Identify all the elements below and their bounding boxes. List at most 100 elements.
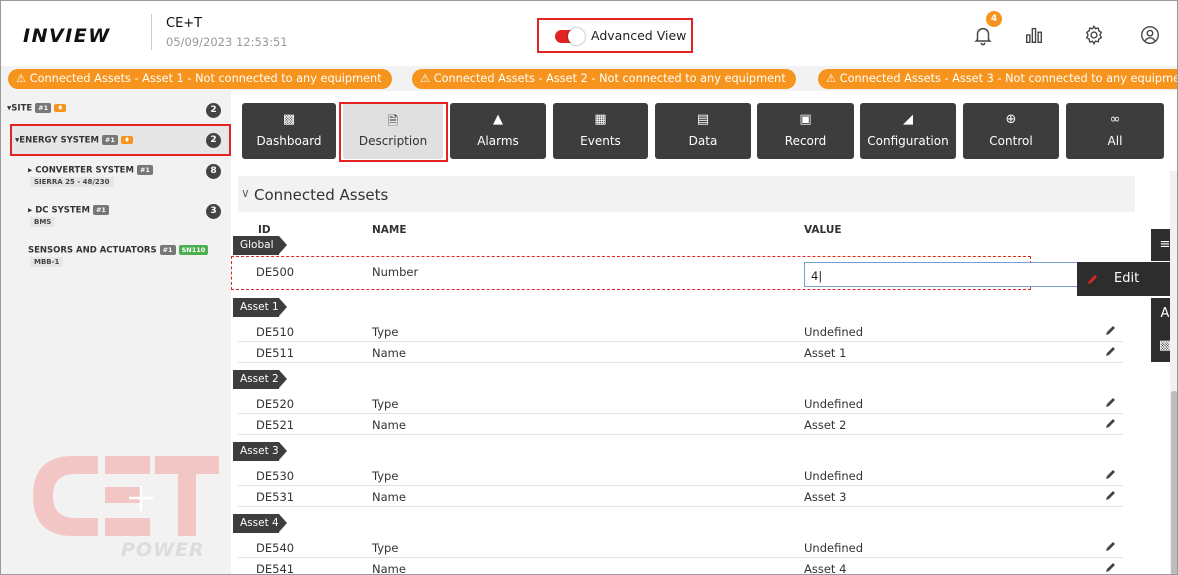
tab-dashboard-label: Dashboard xyxy=(256,134,322,148)
pencil-icon[interactable] xyxy=(1104,560,1118,574)
dc-tag: #1 xyxy=(92,205,109,215)
pencil-icon[interactable] xyxy=(1104,344,1118,358)
asset-tree-sidebar: ▾SITE #1 ♦ 2 ▾ENERGY SYSTEM #1 ♦ 2 ▸ CONVERT… xyxy=(1,91,231,574)
pencil-icon[interactable] xyxy=(1104,416,1118,430)
pencil-icon[interactable] xyxy=(1104,323,1118,337)
tab-configuration[interactable]: ◢ Configuration xyxy=(860,103,956,159)
advanced-view-toggle[interactable]: Advanced View xyxy=(537,18,693,53)
row-id: DE520 xyxy=(256,397,295,411)
row-value: Undefined xyxy=(804,397,863,411)
sensors-label-row: SENSORS AND ACTUATORS #1 SN110 xyxy=(28,245,209,256)
tab-alarms-label: Alarms xyxy=(477,134,519,148)
tree-item-dc-system[interactable]: ▸ DC SYSTEM #1 BMS 3 xyxy=(1,201,231,227)
table-row[interactable]: DE521 Name Asset 2 xyxy=(238,414,1123,435)
dc-label: DC SYSTEM xyxy=(35,205,90,216)
row-id: DE500 xyxy=(256,265,295,279)
site-name: CE+T xyxy=(166,16,203,31)
power-text: POWER xyxy=(121,539,205,561)
alert-chip[interactable]: ⚠ Connected Assets - Asset 2 - Not conne… xyxy=(412,69,796,89)
user-icon[interactable] xyxy=(1139,24,1163,46)
tab-control-label: Control xyxy=(989,134,1033,148)
column-header-value: VALUE xyxy=(804,224,842,236)
table-row[interactable]: DE540 Type Undefined xyxy=(238,537,1123,558)
alert-text: Connected Assets - Asset 2 - Not connect… xyxy=(433,72,786,85)
row-value: Undefined xyxy=(804,469,863,483)
statistics-icon[interactable] xyxy=(1023,24,1047,46)
pencil-icon[interactable] xyxy=(1104,539,1118,553)
cet-power-watermark-logo: POWER xyxy=(23,441,223,571)
alert-chip[interactable]: ⚠ Connected Assets - Asset 3 - Not conne… xyxy=(818,69,1178,89)
panel-header[interactable]: ∨ Connected Assets xyxy=(238,176,1135,212)
tree-item-sensors[interactable]: SENSORS AND ACTUATORS #1 SN110 MBB-1 xyxy=(1,241,231,267)
control-icon: ⊕ xyxy=(1005,112,1017,127)
scrollbar-thumb[interactable] xyxy=(1171,391,1177,574)
tab-all[interactable]: ∞ All xyxy=(1066,103,1164,159)
tree-item-energy-system[interactable]: ▾ENERGY SYSTEM #1 ♦ 2 xyxy=(10,124,231,156)
row-id: DE510 xyxy=(256,325,295,339)
site-label: SITE xyxy=(11,103,33,114)
record-icon: ▣ xyxy=(799,112,812,127)
alert-chip[interactable]: ⚠ Connected Assets - Asset 1 - Not conne… xyxy=(8,69,392,89)
alarm-bell-icon: ♦ xyxy=(120,136,134,144)
tab-events-label: Events xyxy=(580,134,621,148)
pencil-icon[interactable] xyxy=(1104,395,1118,409)
data-icon: ▤ xyxy=(696,112,710,127)
tree-item-site[interactable]: ▾SITE #1 ♦ 2 xyxy=(1,101,231,121)
row-id: DE511 xyxy=(256,346,295,360)
tab-events[interactable]: ▦ Events xyxy=(553,103,648,159)
configuration-icon: ◢ xyxy=(903,112,913,127)
tree-item-converter-system[interactable]: ▸ CONVERTER SYSTEM #1 SIERRA 25 - 48/230 … xyxy=(1,161,231,187)
bell-icon[interactable] xyxy=(972,24,996,46)
tab-dashboard[interactable]: ▩ Dashboard xyxy=(242,103,336,159)
header-divider xyxy=(151,14,152,50)
panel-title: Connected Assets xyxy=(254,186,389,204)
group-label-asset: Asset 1 xyxy=(233,298,287,317)
row-id: DE540 xyxy=(256,541,295,555)
alert-text: Connected Assets - Asset 3 - Not connect… xyxy=(839,72,1178,85)
row-name: Number xyxy=(372,265,419,279)
row-name: Name xyxy=(372,346,406,360)
table-row[interactable]: DE530 Type Undefined xyxy=(238,465,1123,486)
tab-alarms[interactable]: ▲ Alarms xyxy=(450,103,546,159)
tab-record[interactable]: ▣ Record xyxy=(757,103,854,159)
row-value: Asset 1 xyxy=(804,346,847,360)
converter-count: 8 xyxy=(206,164,221,179)
energy-system-label: ENERGY SYSTEM xyxy=(19,135,99,146)
tab-data-label: Data xyxy=(688,134,718,148)
table-row[interactable]: DE541 Name Asset 4 xyxy=(238,558,1123,575)
table-row[interactable]: DE520 Type Undefined xyxy=(238,393,1123,414)
app-window: INVIEW CE+T 05/09/2023 12:53:51 Advanced… xyxy=(0,0,1178,575)
top-header: INVIEW CE+T 05/09/2023 12:53:51 Advanced… xyxy=(1,1,1177,66)
sensors-sub: MBB-1 xyxy=(30,257,64,267)
advanced-view-label: Advanced View xyxy=(591,28,687,43)
converter-label: CONVERTER SYSTEM xyxy=(35,165,134,176)
pencil-icon[interactable] xyxy=(1104,467,1118,481)
row-value: Undefined xyxy=(804,541,863,555)
column-header-id: ID xyxy=(258,224,271,236)
tab-control[interactable]: ⊕ Control xyxy=(963,103,1059,159)
connected-assets-panel: ∨ Connected Assets ID NAME VALUE Global … xyxy=(231,176,1135,575)
dc-sub: BMS xyxy=(30,217,56,227)
row-name: Name xyxy=(372,418,406,432)
table-row[interactable]: DE531 Name Asset 3 xyxy=(238,486,1123,507)
toggle-switch[interactable] xyxy=(555,28,585,45)
group-label-global: Global xyxy=(233,236,287,255)
inview-logo[interactable]: INVIEW xyxy=(23,25,111,47)
alert-bar: ⚠ Connected Assets - Asset 1 - Not conne… xyxy=(1,66,1178,91)
dashboard-icon: ▩ xyxy=(282,112,296,127)
toggle-knob xyxy=(568,28,585,45)
gear-icon[interactable] xyxy=(1083,24,1107,46)
site-datetime: 05/09/2023 12:53:51 xyxy=(166,35,288,49)
row-value: Asset 4 xyxy=(804,562,847,575)
tab-data[interactable]: ▤ Data xyxy=(655,103,751,159)
edit-label: Edit xyxy=(1114,271,1140,286)
group-label-asset: Asset 4 xyxy=(233,514,287,533)
alarm-icon: ▲ xyxy=(493,112,503,127)
edit-button[interactable]: Edit xyxy=(1077,262,1177,296)
table-row[interactable]: DE511 Name Asset 1 xyxy=(238,342,1123,363)
table-row[interactable]: DE510 Type Undefined xyxy=(238,321,1123,342)
pencil-icon[interactable] xyxy=(1104,488,1118,502)
dc-label-row: ▸ DC SYSTEM #1 xyxy=(28,205,109,216)
converter-tag: #1 xyxy=(136,165,153,175)
tab-configuration-label: Configuration xyxy=(867,134,949,148)
